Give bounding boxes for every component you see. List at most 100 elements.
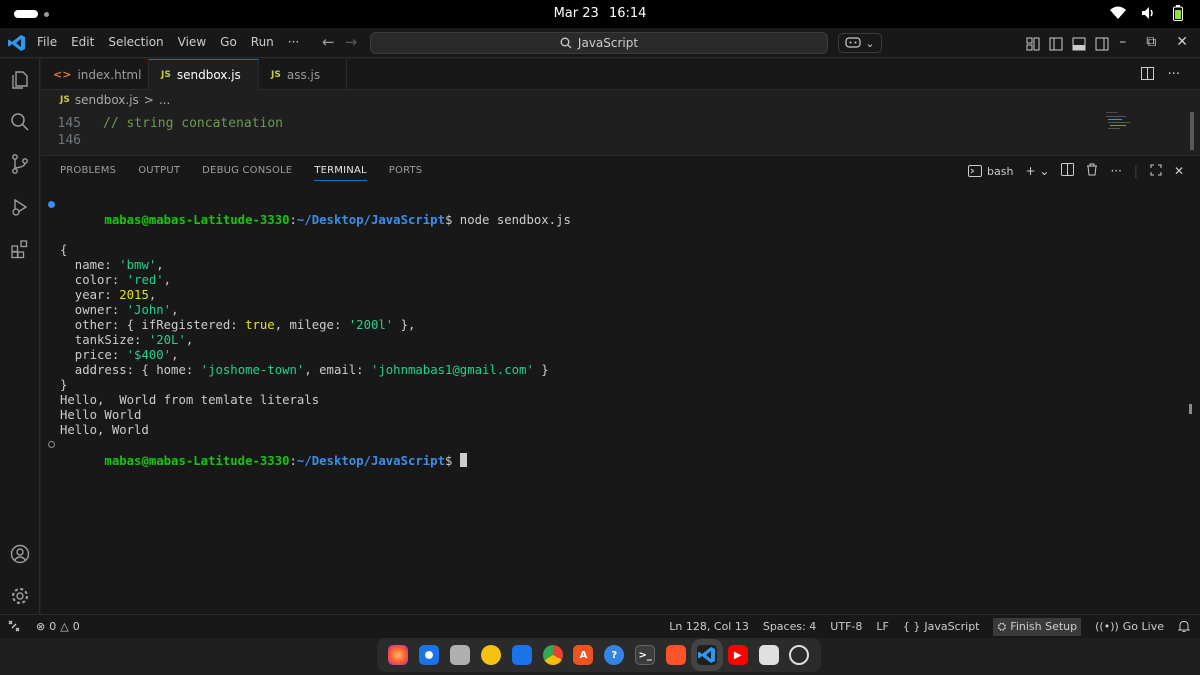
bottom-panel: PROBLEMS OUTPUT DEBUG CONSOLE TERMINAL P… (41, 155, 1200, 614)
code-editor[interactable]: 145 // string concatenation 146 (41, 110, 1200, 154)
editor-scrollbar[interactable] (1190, 112, 1194, 150)
tab-ports[interactable]: PORTS (389, 165, 423, 181)
menu-more[interactable]: ··· (281, 35, 306, 49)
status-right: Ln 128, Col 13 Spaces: 4 UTF-8 LF { } Jav… (669, 617, 1190, 636)
indentation[interactable]: Spaces: 4 (763, 620, 816, 633)
menu-file[interactable]: File (30, 35, 64, 49)
terminal-line: mabas@mabas-Latitude-3330:~/Desktop/Java… (48, 438, 571, 484)
menu-edit[interactable]: Edit (64, 35, 101, 49)
clock[interactable]: Mar 23 16:14 (0, 6, 1200, 21)
cursor-position[interactable]: Ln 128, Col 13 (669, 620, 749, 633)
volume-icon[interactable] (1140, 5, 1156, 21)
notifications-bell-icon[interactable] (1178, 620, 1190, 633)
toggle-panel-icon[interactable] (1072, 36, 1086, 51)
explorer-icon[interactable] (9, 69, 31, 91)
menu-go[interactable]: Go (213, 35, 244, 49)
close-icon[interactable]: ✕ (1176, 34, 1188, 50)
breadcrumb-symbol[interactable]: ... (159, 93, 170, 107)
settings-icon[interactable] (789, 645, 810, 665)
chrome-icon[interactable] (542, 645, 563, 665)
terminal-line: price: '$400', (60, 348, 179, 362)
end-of-line[interactable]: LF (876, 620, 888, 633)
warning-count: 0 (72, 620, 80, 633)
writer-icon[interactable] (511, 645, 532, 665)
menu-run[interactable]: Run (244, 35, 281, 49)
terminal-icon[interactable]: >_ (635, 645, 656, 665)
menu-view[interactable]: View (171, 35, 213, 49)
customize-layout-icon[interactable] (1026, 36, 1040, 51)
encoding[interactable]: UTF-8 (830, 620, 862, 633)
forward-arrow-icon[interactable]: → (345, 33, 358, 51)
close-panel-icon[interactable]: ✕ (1174, 164, 1184, 178)
chevron-down-icon: ⌄ (1039, 164, 1050, 178)
navigation-arrows: ← → (322, 33, 357, 51)
code-line: 146 (41, 133, 103, 150)
menu-selection[interactable]: Selection (101, 35, 170, 49)
brave-icon[interactable] (666, 645, 687, 665)
firefox-icon[interactable] (388, 645, 409, 665)
tab-sendbox-js[interactable]: JS sendbox.js (149, 59, 259, 90)
command-success-dot[interactable] (48, 201, 55, 208)
trash-icon[interactable] (758, 645, 779, 665)
battery-icon[interactable] (1170, 5, 1186, 21)
js-icon: JS (161, 70, 171, 80)
extensions-icon[interactable] (9, 238, 31, 260)
more-actions-icon[interactable]: ··· (1168, 67, 1180, 84)
problems-status[interactable]: ⊗ 0 △ 0 (36, 620, 80, 633)
command-center-search[interactable]: JavaScript (370, 32, 828, 54)
toggle-primary-sidebar-icon[interactable] (1049, 36, 1063, 51)
terminal-scrollbar[interactable] (1189, 404, 1192, 414)
breadcrumb-separator: > (143, 93, 154, 107)
remote-icon[interactable] (8, 620, 20, 635)
more-actions-icon[interactable]: ··· (1110, 164, 1121, 178)
new-terminal-button[interactable]: + ⌄ (1025, 164, 1049, 178)
copilot-button[interactable]: ⌄ (838, 33, 882, 53)
tab-debug-console[interactable]: DEBUG CONSOLE (202, 165, 292, 181)
minimap[interactable] (1102, 110, 1142, 154)
vscode-icon[interactable] (690, 639, 723, 671)
rhythmbox-icon[interactable] (480, 645, 501, 665)
system-tray[interactable] (1110, 5, 1186, 21)
system-top-bar: Mar 23 16:14 (0, 0, 1200, 28)
tab-label: sendbox.js (176, 68, 241, 82)
tab-ass-js[interactable]: JS ass.js (259, 59, 347, 90)
maximize-panel-icon[interactable] (1150, 164, 1162, 179)
files-icon[interactable] (450, 645, 471, 665)
back-arrow-icon[interactable]: ← (322, 33, 335, 51)
command-idle-dot[interactable] (48, 441, 55, 448)
wifi-icon[interactable] (1110, 5, 1126, 21)
tab-terminal[interactable]: TERMINAL (314, 165, 367, 181)
accounts-icon[interactable] (9, 543, 31, 565)
error-count: 0 (49, 620, 57, 633)
search-icon[interactable] (9, 111, 31, 133)
tab-index-html[interactable]: <> index.html (41, 59, 149, 90)
app-center-icon[interactable]: A (573, 645, 594, 665)
run-debug-icon[interactable] (9, 196, 31, 218)
thunderbird-icon[interactable] (419, 645, 440, 665)
terminal-line: { (60, 243, 68, 257)
go-live-button[interactable]: ((•)) Go Live (1095, 620, 1164, 633)
minimize-icon[interactable]: – (1119, 34, 1126, 50)
youtube-icon[interactable]: ▶ (727, 645, 748, 665)
command-center-label: JavaScript (577, 36, 639, 50)
finish-setup-button[interactable]: ⛭ Finish Setup (993, 617, 1082, 636)
restore-icon[interactable]: ⧉ (1146, 34, 1156, 50)
source-control-icon[interactable] (9, 153, 31, 175)
split-editor-icon[interactable] (1140, 67, 1154, 84)
breadcrumb-file[interactable]: sendbox.js (75, 93, 139, 107)
time-label: 16:14 (608, 6, 647, 21)
terminal-line: Hello World (60, 408, 142, 422)
tab-problems[interactable]: PROBLEMS (60, 165, 116, 181)
split-terminal-icon[interactable] (1061, 163, 1075, 179)
chevron-down-icon: ⌄ (865, 36, 875, 50)
manage-gear-icon[interactable] (9, 585, 31, 607)
terminal-output[interactable]: mabas@mabas-Latitude-3330:~/Desktop/Java… (48, 198, 571, 484)
kill-terminal-icon[interactable] (1086, 163, 1098, 179)
help-icon[interactable]: ? (604, 645, 625, 665)
language-mode[interactable]: { } JavaScript (903, 620, 980, 633)
tab-output[interactable]: OUTPUT (138, 165, 180, 181)
terminal-selector[interactable]: bash (968, 165, 1013, 178)
editor-tabs: <> index.html JS sendbox.js JS ass.js ··… (41, 59, 1200, 90)
copilot-icon (845, 36, 861, 48)
toggle-secondary-sidebar-icon[interactable] (1095, 36, 1109, 51)
